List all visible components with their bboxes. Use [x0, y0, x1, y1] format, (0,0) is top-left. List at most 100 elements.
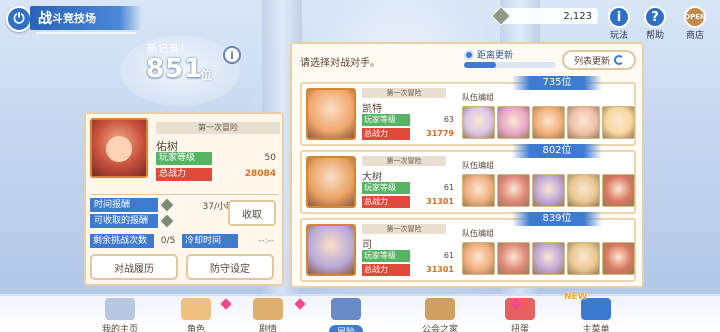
time-reward-value: 37/小时: [202, 201, 236, 212]
gameplay-button[interactable]: i 玩法: [604, 6, 634, 41]
power-value: 31779: [426, 129, 454, 138]
opponent-power-row: 总战力 31301: [362, 196, 456, 208]
refresh-progress-bar: [464, 62, 556, 68]
divider: [90, 194, 278, 195]
home-icon: [105, 298, 135, 320]
battle-history-button[interactable]: 对战履历: [90, 254, 178, 280]
bottom-nav: 我的主页 角色 剧情 冒险 公会之家 扭蛋 主菜单: [0, 294, 720, 332]
portrait-face: [106, 136, 132, 162]
guild-house-icon: [425, 298, 455, 320]
adventure-icon: [331, 298, 361, 320]
player-portrait: [90, 118, 148, 178]
team-member-icon: [532, 242, 565, 275]
team-member-icon: [497, 106, 530, 139]
team-member-icon: [497, 242, 530, 275]
team-label: 队伍编组: [462, 161, 494, 170]
gameplay-label: 玩法: [609, 31, 628, 41]
title-underline: [36, 32, 136, 34]
time-reward-row: 时间报酬 37/小时: [90, 197, 236, 213]
team-label: 队伍编组: [462, 93, 494, 102]
opponent-rank: 802位: [512, 144, 602, 158]
help-label: 帮助: [645, 31, 664, 41]
power-label: 总战力: [362, 264, 410, 276]
level-label: 玩家等级: [156, 152, 212, 165]
shop-label: 商店: [685, 31, 704, 41]
rank-value: 851: [146, 54, 204, 84]
opponent-guild: 第一次冒险: [362, 88, 446, 98]
currency-value: 2,123: [563, 10, 592, 22]
level-value: 50: [264, 153, 276, 163]
new-badge: NEW: [564, 292, 588, 302]
opponent-name: 司: [362, 240, 372, 251]
nav-label: 角色: [186, 325, 205, 332]
power-value: 28084: [244, 169, 276, 179]
refresh-timer: 距离更新: [464, 48, 556, 70]
player-power-row: 总战力 28084: [156, 168, 280, 181]
team-member-icon: [602, 106, 635, 139]
team-member-icon: [567, 106, 600, 139]
nav-main-menu[interactable]: 主菜单: [560, 298, 632, 332]
select-prompt: 请选择对战对手。: [300, 58, 380, 69]
page-title: 战斗竞技场: [30, 6, 142, 30]
remaining-row: 剩余挑战次数 0/5 冷却时间 --:--: [90, 234, 278, 248]
opponent-card[interactable]: 802位 第一次冒险 大树 玩家等级 61 总战力 31301 队伍编组: [300, 144, 636, 214]
back-button[interactable]: ⏻: [6, 6, 32, 32]
list-refresh-button[interactable]: 列表更新: [562, 50, 636, 70]
character-icon: [181, 298, 211, 320]
nav-story[interactable]: 剧情: [232, 298, 304, 332]
team-member-icon: [462, 106, 495, 139]
opponent-guild: 第一次冒险: [362, 224, 446, 234]
power-label: 总战力: [156, 168, 212, 181]
remaining-label: 剩余挑战次数: [90, 234, 154, 248]
nav-home[interactable]: 我的主页: [84, 298, 156, 332]
team-member-icon: [567, 174, 600, 207]
team-member-icon: [602, 174, 635, 207]
new-record-label: 新记录！: [147, 44, 191, 55]
power-label: 总战力: [362, 196, 410, 208]
opponent-level-row: 玩家等级 61: [362, 250, 456, 262]
opponent-portrait: [306, 224, 356, 276]
opponent-level-row: 玩家等级 61: [362, 182, 456, 194]
level-label: 玩家等级: [362, 182, 410, 194]
rank-unit: 位: [200, 68, 213, 82]
team-row: [462, 106, 635, 139]
defense-setting-button[interactable]: 防守设定: [186, 254, 274, 280]
opponent-power-row: 总战力 31301: [362, 264, 456, 276]
nav-adventure[interactable]: 冒险: [310, 298, 382, 332]
currency-display: 2,123: [491, 6, 598, 26]
collect-button[interactable]: 收取: [228, 200, 276, 226]
opponent-card[interactable]: 735位 第一次冒险 凯特 玩家等级 63 总战力 31779 队伍编组: [300, 76, 636, 146]
nav-label: 公会之家: [421, 325, 458, 332]
power-value: 31301: [426, 265, 454, 274]
refresh-icon: [614, 55, 624, 65]
remaining-value: 0/5: [160, 236, 176, 246]
collectable-row: 可收取的报酬 7: [90, 213, 235, 229]
cooldown-value: --:--: [257, 236, 274, 246]
shop-button[interactable]: OPEN 商店: [680, 6, 710, 41]
nav-label: 扭蛋: [510, 325, 529, 332]
player-level-row: 玩家等级 50: [156, 152, 280, 165]
nav-label: 我的主页: [101, 325, 138, 332]
opponent-portrait: [306, 156, 356, 208]
opponent-level-row: 玩家等级 63: [362, 114, 456, 126]
info-icon: i: [608, 6, 630, 28]
gacha-icon: [505, 298, 535, 320]
team-row: [462, 174, 635, 207]
time-reward-label: 时间报酬: [90, 198, 158, 212]
team-member-icon: [567, 242, 600, 275]
collectable-value: 7: [174, 216, 235, 226]
player-panel: 第一次冒险 佑树 玩家等级 50 总战力 28084 时间报酬 37/小时 可收…: [84, 112, 284, 286]
nav-label: 剧情: [258, 325, 277, 332]
gem-icon: [159, 197, 175, 213]
help-button[interactable]: ? 帮助: [640, 6, 670, 41]
question-icon: ?: [644, 6, 666, 28]
opponent-name: 大树: [362, 172, 382, 183]
nav-guild-house[interactable]: 公会之家: [404, 298, 476, 332]
team-member-icon: [602, 242, 635, 275]
opponent-rank: 839位: [512, 212, 602, 226]
opponent-rank: 735位: [512, 76, 602, 90]
rank-info-icon[interactable]: i: [223, 46, 241, 64]
level-label: 玩家等级: [362, 250, 410, 262]
nav-label: 冒险: [328, 325, 363, 332]
opponent-card[interactable]: 839位 第一次冒险 司 玩家等级 61 总战力 31301 队伍编组: [300, 212, 636, 282]
